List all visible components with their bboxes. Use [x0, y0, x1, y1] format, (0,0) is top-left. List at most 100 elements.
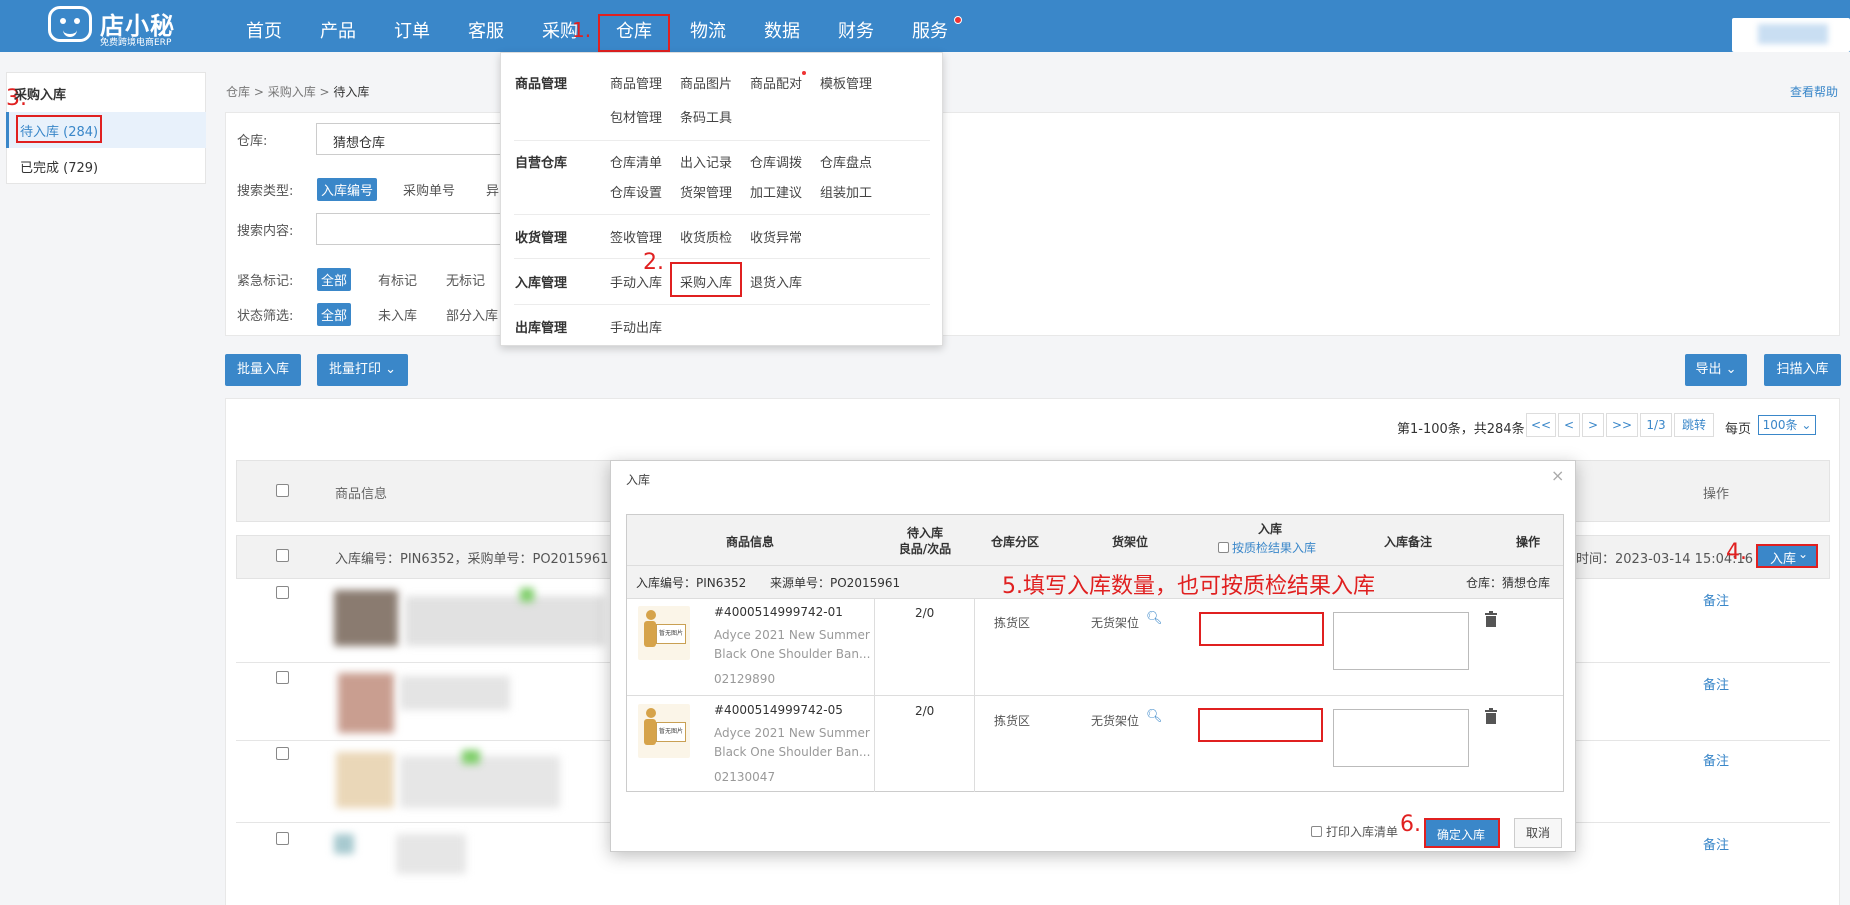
- qc-result-link[interactable]: 按质检结果入库: [1232, 539, 1316, 556]
- row-checkbox[interactable]: [276, 832, 289, 845]
- menu-item-templates[interactable]: 模板管理: [820, 73, 872, 92]
- row1-qty-input[interactable]: [1199, 612, 1324, 646]
- row-note-link[interactable]: 备注: [1703, 590, 1729, 609]
- breadcrumb: 仓库 > 采购入库 > 待入库: [226, 85, 370, 99]
- search-content-input[interactable]: [316, 213, 506, 245]
- breadcrumb-purchase-in[interactable]: 采购入库: [268, 85, 316, 99]
- app-logo[interactable]: 店小秘 免费跨境电商ERP: [48, 2, 178, 48]
- status-all[interactable]: 全部: [317, 303, 352, 326]
- breadcrumb-warehouse[interactable]: 仓库: [226, 85, 250, 99]
- batch-in-button[interactable]: 批量入库: [225, 354, 301, 386]
- search-icon[interactable]: 🔍︎: [1146, 709, 1163, 724]
- pager-next[interactable]: >: [1582, 413, 1604, 437]
- pager-last[interactable]: >>: [1606, 413, 1638, 437]
- user-account-box[interactable]: [1732, 18, 1850, 52]
- menu-section-outbound: 出库管理: [515, 321, 568, 336]
- product-thumbnail: [334, 834, 354, 854]
- nav-warehouse[interactable]: 仓库: [616, 0, 652, 52]
- product-thumbnail: [336, 752, 394, 808]
- search-type-exception[interactable]: 异: [486, 180, 499, 199]
- menu-item-product-images[interactable]: 商品图片: [680, 73, 732, 92]
- row1-sku: #4000514999742-01: [714, 605, 843, 619]
- per-page-select[interactable]: 100条 ⌄: [1758, 415, 1816, 435]
- trash-icon[interactable]: [1484, 708, 1498, 724]
- row-checkbox[interactable]: [276, 671, 289, 684]
- nav-logistics[interactable]: 物流: [690, 0, 726, 52]
- nav-home[interactable]: 首页: [246, 0, 282, 52]
- row-note-link[interactable]: 备注: [1703, 834, 1729, 853]
- menu-item-barcode[interactable]: 条码工具: [680, 107, 732, 126]
- row1-qty: 2/0: [915, 606, 935, 620]
- search-type-purchase-no[interactable]: 采购单号: [403, 180, 455, 199]
- confirm-in-button[interactable]: 确定入库: [1424, 818, 1500, 848]
- group-checkbox[interactable]: [276, 549, 289, 562]
- menu-item-product-pairing[interactable]: 商品配对: [750, 73, 802, 92]
- print-list-checkbox[interactable]: [1311, 826, 1322, 837]
- pager-jump[interactable]: 跳转: [1674, 413, 1714, 437]
- menu-item-processing-advice[interactable]: 加工建议: [750, 182, 802, 201]
- trash-icon[interactable]: [1484, 611, 1498, 627]
- mth-zone: 仓库分区: [990, 535, 1039, 549]
- menu-item-in-out-records[interactable]: 出入记录: [680, 152, 732, 171]
- no-image-placeholder: 暂无图片: [638, 606, 690, 660]
- pager-prev[interactable]: <: [1558, 413, 1580, 437]
- menu-item-purchase-in[interactable]: 采购入库: [680, 272, 732, 291]
- menu-item-transfer[interactable]: 仓库调拨: [750, 152, 802, 171]
- sidebar-title: 采购入库: [14, 88, 67, 103]
- menu-item-shelf-manage[interactable]: 货架管理: [680, 182, 732, 201]
- help-link[interactable]: 查看帮助: [1790, 83, 1838, 100]
- pager-first[interactable]: <<: [1526, 413, 1556, 437]
- row2-shelf: 无货架位: [1091, 714, 1140, 728]
- nav-products[interactable]: 产品: [320, 0, 356, 52]
- menu-item-warehouse-settings[interactable]: 仓库设置: [610, 182, 662, 201]
- menu-section-own-warehouse: 自营仓库: [515, 156, 568, 171]
- in-button[interactable]: 入库 ⌄: [1756, 544, 1818, 568]
- menu-item-receiving-qc[interactable]: 收货质检: [680, 227, 732, 246]
- nav-service[interactable]: 客服: [468, 0, 504, 52]
- row2-qty-input[interactable]: [1198, 708, 1323, 742]
- status-not-in[interactable]: 未入库: [378, 305, 417, 324]
- header-product-info: 商品信息: [335, 487, 388, 502]
- menu-item-warehouse-list[interactable]: 仓库清单: [610, 152, 662, 171]
- mth-op: 操作: [1515, 535, 1540, 549]
- qc-result-checkbox[interactable]: [1218, 542, 1229, 553]
- breadcrumb-current: 待入库: [333, 85, 370, 99]
- urgent-all[interactable]: 全部: [317, 268, 352, 291]
- nav-services[interactable]: 服务: [912, 0, 948, 52]
- sidebar-item-completed[interactable]: 已完成 (729): [20, 157, 98, 176]
- export-button[interactable]: 导出 ⌄: [1685, 354, 1747, 386]
- batch-print-button[interactable]: 批量打印 ⌄: [317, 354, 408, 386]
- row-note-link[interactable]: 备注: [1703, 674, 1729, 693]
- urgent-marked[interactable]: 有标记: [378, 270, 417, 289]
- menu-item-receiving-exception[interactable]: 收货异常: [750, 227, 802, 246]
- urgent-unmarked[interactable]: 无标记: [446, 270, 485, 289]
- row-checkbox[interactable]: [276, 586, 289, 599]
- row-note-link[interactable]: 备注: [1703, 750, 1729, 769]
- menu-item-product-manage[interactable]: 商品管理: [610, 73, 662, 92]
- close-icon[interactable]: ×: [1551, 466, 1564, 485]
- nav-finance[interactable]: 财务: [838, 0, 874, 52]
- warehouse-select[interactable]: 猜想仓库: [316, 123, 506, 155]
- search-type-inbound-no[interactable]: 入库编号: [317, 178, 378, 201]
- status-partial[interactable]: 部分入库: [446, 305, 498, 324]
- blurred-product-text: [396, 834, 466, 874]
- select-all-checkbox[interactable]: [276, 484, 289, 497]
- menu-item-stocktake[interactable]: 仓库盘点: [820, 152, 872, 171]
- sidebar-item-pending[interactable]: 待入库 (284): [20, 121, 98, 140]
- menu-item-packaging[interactable]: 包材管理: [610, 107, 662, 126]
- scan-in-button[interactable]: 扫描入库: [1764, 354, 1841, 386]
- row2-note-textarea[interactable]: [1333, 709, 1469, 767]
- menu-section-inbound: 入库管理: [515, 276, 568, 291]
- row-checkbox[interactable]: [276, 747, 289, 760]
- row1-note-textarea[interactable]: [1333, 612, 1469, 670]
- menu-item-return-in[interactable]: 退货入库: [750, 272, 802, 291]
- menu-item-sign-manage[interactable]: 签收管理: [610, 227, 662, 246]
- cancel-button[interactable]: 取消: [1514, 818, 1562, 848]
- menu-item-assembly[interactable]: 组装加工: [820, 182, 872, 201]
- menu-divider: [514, 258, 930, 259]
- nav-orders[interactable]: 订单: [394, 0, 430, 52]
- nav-data[interactable]: 数据: [764, 0, 800, 52]
- menu-item-manual-out[interactable]: 手动出库: [610, 317, 662, 336]
- status-label: 状态筛选:: [237, 309, 294, 324]
- search-icon[interactable]: 🔍︎: [1146, 611, 1163, 626]
